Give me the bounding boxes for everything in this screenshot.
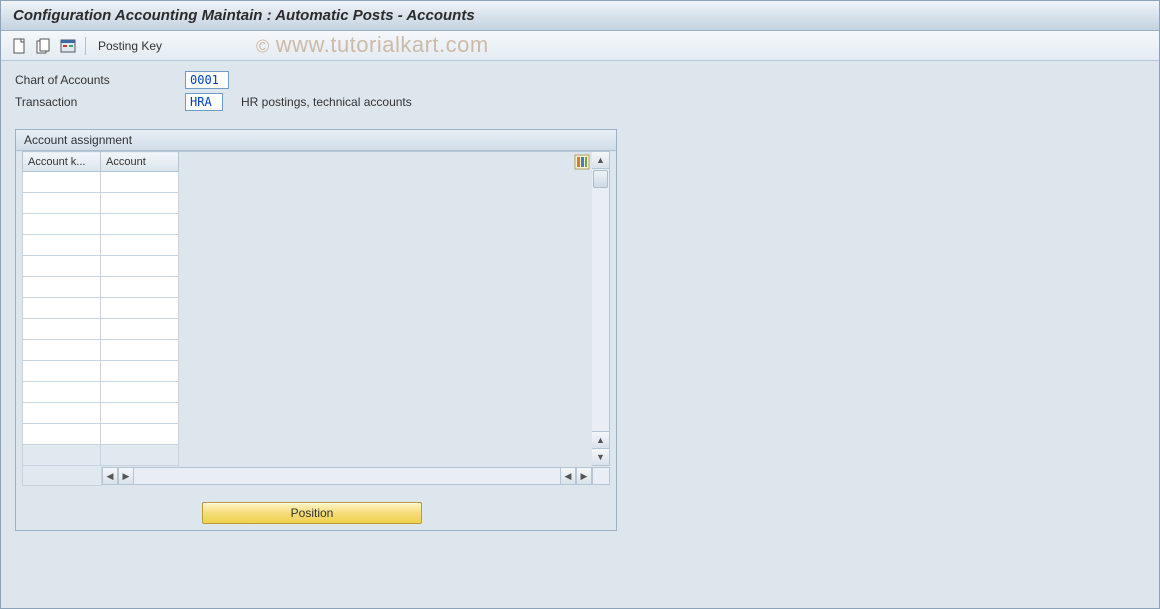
app-window: Configuration Accounting Maintain : Auto…	[0, 0, 1160, 609]
table-row[interactable]	[23, 193, 179, 214]
chart-of-accounts-label: Chart of Accounts	[15, 73, 185, 87]
scroll-down-icon[interactable]: ▼	[592, 448, 609, 465]
scroll-down-up-icon[interactable]: ▲	[592, 431, 609, 448]
table-row[interactable]	[23, 361, 179, 382]
table-row[interactable]	[23, 382, 179, 403]
scroll-thumb[interactable]	[593, 170, 608, 188]
scroll-corner	[592, 467, 610, 485]
window-title: Configuration Accounting Maintain : Auto…	[13, 7, 475, 24]
scroll-right2-icon[interactable]: ◀	[560, 467, 576, 485]
table-row[interactable]	[23, 319, 179, 340]
app-toolbar: Posting Key	[1, 31, 1159, 61]
copy-document-icon[interactable]	[35, 37, 53, 55]
transaction-description: HR postings, technical accounts	[241, 95, 412, 109]
table-row[interactable]	[23, 424, 179, 445]
column-account-key[interactable]: Account k...	[23, 152, 101, 172]
table-row[interactable]	[23, 340, 179, 361]
table-row[interactable]	[23, 235, 179, 256]
transaction-label: Transaction	[15, 95, 185, 109]
new-document-icon[interactable]	[11, 37, 29, 55]
hscroll-spacer	[22, 466, 102, 486]
window-titlebar: Configuration Accounting Maintain : Auto…	[1, 1, 1159, 31]
scroll-left-icon[interactable]: ◀	[102, 467, 118, 485]
table-summary-row	[23, 445, 179, 466]
save-layout-icon[interactable]	[59, 37, 77, 55]
hscroll-track[interactable]	[134, 467, 560, 485]
table-settings-icon[interactable]	[574, 154, 590, 170]
scroll-left2-icon[interactable]: ▶	[118, 467, 134, 485]
table-row[interactable]	[23, 403, 179, 424]
vertical-scrollbar[interactable]: ▲ ▲ ▼	[592, 151, 610, 466]
account-assignment-panel: Account assignment Account k... Account	[15, 129, 617, 531]
panel-title: Account assignment	[16, 130, 616, 151]
posting-key-button[interactable]: Posting Key	[98, 39, 162, 53]
horizontal-scrollbar-row: ◀ ▶ ◀ ▶	[22, 466, 610, 486]
scroll-right-icon[interactable]: ▶	[576, 467, 592, 485]
table-row[interactable]	[23, 277, 179, 298]
transaction-row: Transaction HR postings, technical accou…	[15, 93, 1145, 111]
column-account[interactable]: Account	[101, 152, 179, 172]
scroll-up-icon[interactable]: ▲	[592, 152, 609, 169]
table-row[interactable]	[23, 172, 179, 193]
toolbar-separator	[85, 37, 86, 55]
content-area: Chart of Accounts Transaction HR posting…	[1, 61, 1159, 541]
position-button[interactable]: Position	[202, 502, 422, 524]
table-row[interactable]	[23, 256, 179, 277]
account-grid[interactable]: Account k... Account	[22, 151, 179, 466]
chart-of-accounts-row: Chart of Accounts	[15, 71, 1145, 89]
grid-filler-area	[179, 151, 592, 466]
scroll-track[interactable]	[592, 189, 609, 431]
table-row[interactable]	[23, 214, 179, 235]
chart-of-accounts-input[interactable]	[185, 71, 229, 89]
transaction-input[interactable]	[185, 93, 223, 111]
table-row[interactable]	[23, 298, 179, 319]
